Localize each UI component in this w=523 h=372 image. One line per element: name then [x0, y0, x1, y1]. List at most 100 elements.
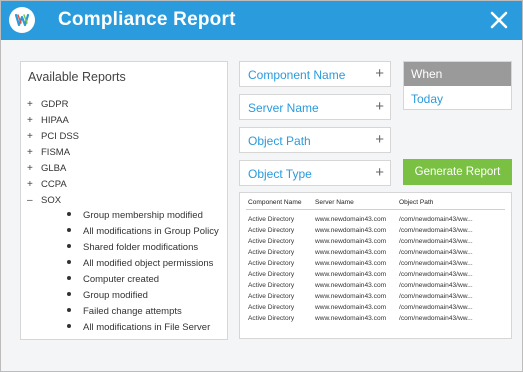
report-item-sox[interactable]: – SOX	[27, 194, 61, 208]
report-item-gdpr[interactable]: + GDPR	[27, 98, 68, 112]
available-reports-panel: Available Reports + GDPR + HIPAA + PCI DSS …	[20, 61, 228, 340]
expand-icon[interactable]: +	[27, 130, 41, 144]
sox-report-label: Group membership modified	[83, 210, 203, 221]
expand-icon[interactable]: +	[27, 98, 41, 112]
server-name-label: Server Name	[248, 101, 319, 115]
component-name-filter[interactable]: Component Name +	[239, 61, 391, 87]
cell-component: Active Directory	[248, 238, 295, 245]
report-item-ccpa[interactable]: + CCPA	[27, 178, 67, 192]
table-header: Component Name Server Name Object Path	[240, 197, 511, 208]
table-row[interactable]: Active Directory www.newdomain43.com /co…	[240, 247, 511, 258]
cell-component: Active Directory	[248, 304, 295, 311]
column-header-object-path: Object Path	[399, 199, 434, 206]
sox-report-item[interactable]: Computer created	[67, 273, 159, 287]
bullet-icon	[67, 260, 71, 265]
table-row[interactable]: Active Directory www.newdomain43.com /co…	[240, 291, 511, 302]
plus-icon[interactable]: +	[375, 131, 384, 149]
cell-object-path: /com/newdomain43/ww...	[399, 227, 473, 234]
cell-server: www.newdomain43.com	[315, 249, 387, 256]
report-label: SOX	[41, 195, 62, 206]
cell-object-path: /com/newdomain43/ww...	[399, 216, 473, 223]
bullet-icon	[67, 308, 71, 313]
sox-report-label: All modifications in Group Policy	[83, 226, 219, 237]
plus-icon[interactable]: +	[375, 65, 384, 83]
sox-report-item[interactable]: Group membership modified	[67, 209, 203, 223]
table-row[interactable]: Active Directory www.newdomain43.com /co…	[240, 269, 511, 280]
cell-object-path: /com/newdomain43/ww...	[399, 238, 473, 245]
cell-server: www.newdomain43.com	[315, 304, 387, 311]
table-row[interactable]: Active Directory www.newdomain43.com /co…	[240, 302, 511, 313]
cell-server: www.newdomain43.com	[315, 293, 387, 300]
table-row[interactable]: Active Directory www.newdomain43.com /co…	[240, 214, 511, 225]
expand-icon[interactable]: +	[27, 114, 41, 128]
results-table: Component Name Server Name Object Path A…	[239, 192, 512, 339]
report-label: CCPA	[41, 179, 67, 190]
report-label: GLBA	[41, 163, 67, 174]
report-item-hipaa[interactable]: + HIPAA	[27, 114, 69, 128]
sox-report-label: Group modified	[83, 290, 148, 301]
available-reports-heading: Available Reports	[28, 70, 126, 84]
cell-object-path: /com/newdomain43/ww...	[399, 293, 473, 300]
object-type-label: Object Type	[248, 167, 312, 181]
report-item-fisma[interactable]: + FISMA	[27, 146, 70, 160]
header-divider	[246, 209, 505, 210]
report-label: GDPR	[41, 99, 69, 110]
when-panel: When Today	[403, 61, 512, 110]
sox-report-label: Computer created	[83, 274, 160, 285]
cell-server: www.newdomain43.com	[315, 315, 387, 322]
app-logo-icon	[9, 7, 35, 33]
cell-server: www.newdomain43.com	[315, 271, 387, 278]
sox-report-item[interactable]: Shared folder modifications	[67, 241, 198, 255]
generate-report-button[interactable]: Generate Report	[403, 159, 512, 185]
title-bar: Compliance Report	[1, 1, 522, 40]
sox-report-label: All modified object permissions	[83, 258, 214, 269]
bullet-icon	[67, 276, 71, 281]
sox-report-item[interactable]: Failed change attempts	[67, 305, 182, 319]
table-row[interactable]: Active Directory www.newdomain43.com /co…	[240, 313, 511, 324]
component-name-label: Component Name	[248, 68, 346, 82]
report-item-glba[interactable]: + GLBA	[27, 162, 66, 176]
sox-report-label: Failed change attempts	[83, 306, 182, 317]
compliance-report-window: Compliance Report Available Reports + GDP…	[0, 0, 523, 372]
cell-object-path: /com/newdomain43/ww...	[399, 304, 473, 311]
collapse-icon[interactable]: –	[27, 194, 41, 208]
table-row[interactable]: Active Directory www.newdomain43.com /co…	[240, 280, 511, 291]
cell-server: www.newdomain43.com	[315, 227, 387, 234]
expand-icon[interactable]: +	[27, 178, 41, 192]
bullet-icon	[67, 228, 71, 233]
report-label: PCI DSS	[41, 131, 80, 142]
report-label: FISMA	[41, 147, 71, 158]
server-name-filter[interactable]: Server Name +	[239, 94, 391, 120]
cell-object-path: /com/newdomain43/ww...	[399, 282, 473, 289]
when-today-option[interactable]: Today	[411, 92, 443, 106]
report-item-pci-dss[interactable]: + PCI DSS	[27, 130, 79, 144]
bullet-icon	[67, 212, 71, 217]
cell-component: Active Directory	[248, 216, 295, 223]
sox-report-item[interactable]: All modifications in Group Policy	[67, 225, 219, 239]
sox-report-item[interactable]: All modifications in File Server	[67, 321, 210, 335]
table-row[interactable]: Active Directory www.newdomain43.com /co…	[240, 258, 511, 269]
expand-icon[interactable]: +	[27, 162, 41, 176]
sox-report-item[interactable]: All modified object permissions	[67, 257, 213, 271]
object-type-filter[interactable]: Object Type +	[239, 160, 391, 186]
expand-icon[interactable]: +	[27, 146, 41, 160]
table-row[interactable]: Active Directory www.newdomain43.com /co…	[240, 225, 511, 236]
cell-object-path: /com/newdomain43/ww...	[399, 260, 473, 267]
column-header-server: Server Name	[315, 199, 354, 206]
object-path-filter[interactable]: Object Path +	[239, 127, 391, 153]
plus-icon[interactable]: +	[375, 164, 384, 182]
report-label: HIPAA	[41, 115, 69, 126]
cell-component: Active Directory	[248, 293, 295, 300]
cell-component: Active Directory	[248, 282, 295, 289]
column-header-component: Component Name	[248, 199, 302, 206]
cell-object-path: /com/newdomain43/ww...	[399, 271, 473, 278]
plus-icon[interactable]: +	[375, 98, 384, 116]
cell-component: Active Directory	[248, 315, 295, 322]
cell-component: Active Directory	[248, 227, 295, 234]
window-title: Compliance Report	[58, 9, 236, 30]
cell-server: www.newdomain43.com	[315, 216, 387, 223]
table-row[interactable]: Active Directory www.newdomain43.com /co…	[240, 236, 511, 247]
sox-report-item[interactable]: Group modified	[67, 289, 148, 303]
close-icon[interactable]	[487, 8, 511, 32]
cell-component: Active Directory	[248, 271, 295, 278]
